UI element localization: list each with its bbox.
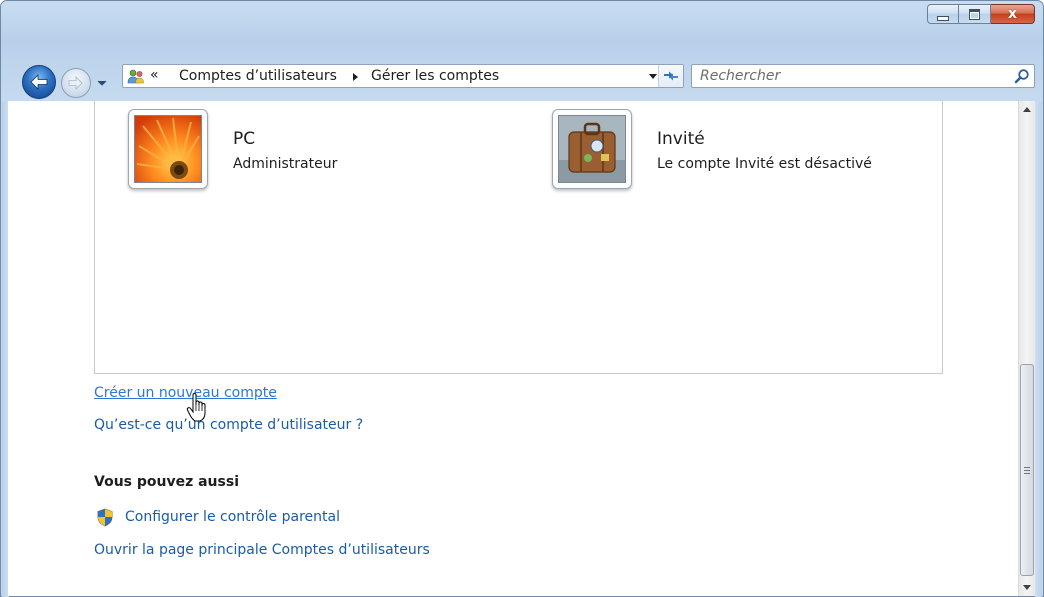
scroll-down-button[interactable] — [1019, 579, 1035, 596]
maximize-icon — [969, 8, 980, 20]
caption-buttons: x — [927, 4, 1035, 24]
account-pc[interactable]: PC Administrateur — [128, 109, 488, 199]
close-icon: x — [1007, 6, 1018, 22]
search-box[interactable] — [691, 64, 1035, 88]
refresh-icon — [664, 71, 678, 81]
back-arrow-icon — [30, 74, 48, 90]
breadcrumb-user-accounts[interactable]: Comptes d’utilisateurs — [179, 68, 337, 84]
account-guest[interactable]: Invité Le compte Invité est désactivé — [552, 109, 932, 199]
scrollbar-grip-icon — [1024, 466, 1030, 474]
minimize-icon — [937, 15, 949, 21]
search-icon[interactable] — [1014, 68, 1030, 84]
forward-button[interactable] — [61, 68, 91, 98]
chevron-up-icon — [1023, 107, 1031, 112]
maximize-button[interactable] — [959, 4, 991, 24]
window-border-right — [1035, 102, 1042, 597]
search-input[interactable] — [700, 67, 1000, 85]
breadcrumb-manage-accounts[interactable]: Gérer les comptes — [371, 68, 499, 84]
orange-flower-picture — [134, 115, 202, 183]
accounts-list: PC Administrateur Invité Le compte Invit… — [94, 101, 943, 374]
scrollbar-thumb[interactable] — [1020, 364, 1034, 576]
minimize-button[interactable] — [927, 4, 959, 24]
refresh-button[interactable] — [658, 65, 683, 87]
what-is-account-link[interactable]: Qu’est-ce qu’un compte d’utilisateur ? — [94, 417, 363, 433]
scroll-up-button[interactable] — [1019, 101, 1035, 118]
parental-controls-link[interactable]: Configurer le contrôle parental — [125, 509, 340, 525]
breadcrumb-separator-icon[interactable] — [353, 73, 358, 81]
account-status: Le compte Invité est désactivé — [657, 156, 872, 172]
address-dropdown-icon[interactable] — [649, 74, 657, 79]
address-overflow-chevron[interactable]: « — [150, 67, 159, 83]
account-name[interactable]: Invité — [657, 129, 705, 149]
suitcase-picture — [558, 115, 626, 183]
account-picture-frame[interactable] — [552, 109, 632, 189]
account-name[interactable]: PC — [233, 129, 255, 149]
back-button[interactable] — [22, 65, 56, 99]
account-picture-frame[interactable] — [128, 109, 208, 189]
user-accounts-icon — [127, 69, 144, 84]
shield-icon — [97, 508, 113, 527]
chevron-down-icon — [97, 80, 107, 86]
address-bar[interactable]: « Comptes d’utilisateurs Gérer les compt… — [122, 64, 684, 88]
also-section-title: Vous pouvez aussi — [94, 474, 239, 490]
content-pane: PC Administrateur Invité Le compte Invit… — [8, 101, 1018, 596]
vertical-scrollbar[interactable] — [1018, 101, 1035, 596]
close-button[interactable]: x — [991, 4, 1035, 24]
recent-pages-button[interactable] — [96, 77, 108, 89]
chevron-down-icon — [1023, 585, 1031, 590]
user-accounts-home-link[interactable]: Ouvrir la page principale Comptes d’util… — [94, 542, 430, 558]
hand-cursor-icon — [186, 393, 206, 422]
account-type: Administrateur — [233, 156, 338, 172]
forward-arrow-icon — [68, 76, 83, 90]
